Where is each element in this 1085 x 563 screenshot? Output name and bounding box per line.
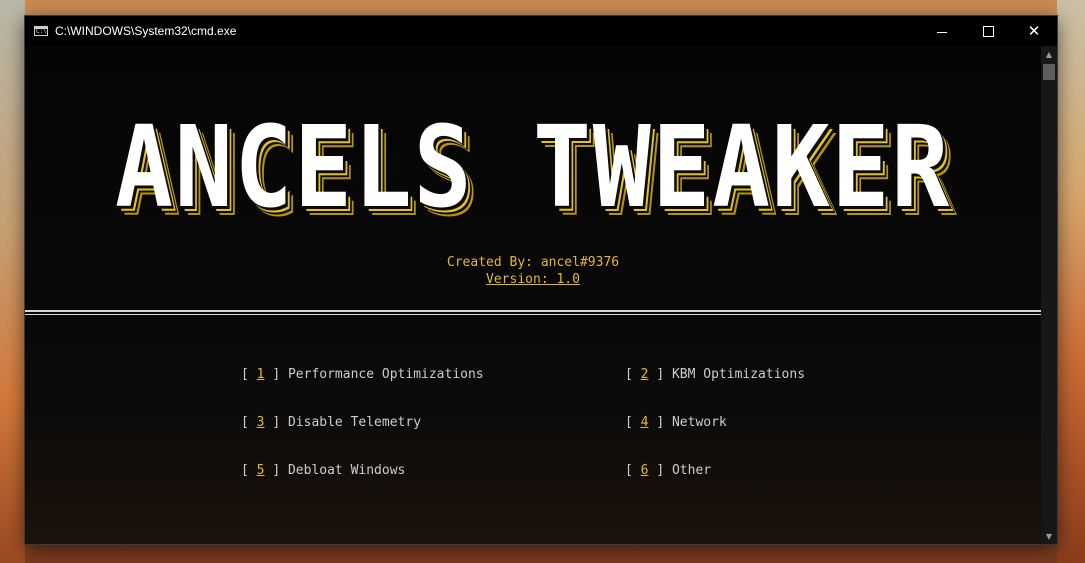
vertical-scrollbar[interactable]: ▲ ▼ (1041, 46, 1057, 544)
maximize-icon (982, 25, 994, 37)
option-label: Debloat Windows (287, 463, 406, 478)
scroll-up-arrow-icon[interactable]: ▲ (1041, 46, 1057, 62)
banner-title: ANCELS TWEAKER (115, 103, 951, 233)
desktop-wallpaper-left (0, 0, 25, 563)
version-text: Version: 1.0 (486, 272, 580, 287)
option-label: Disable Telemetry (287, 415, 422, 430)
menu-option-6[interactable]: [ 6 ] Other (625, 463, 711, 478)
menu-option-3[interactable]: [ 3 ] Disable Telemetry (241, 415, 421, 430)
title-bar[interactable]: C:\ C:\WINDOWS\System32\cmd.exe ✕ (25, 16, 1057, 46)
menu-option-1[interactable]: [ 1 ] Performance Optimizations (241, 367, 484, 382)
option-number: 1 (256, 367, 265, 382)
desktop-wallpaper-right (1057, 0, 1085, 563)
minimize-icon (937, 31, 947, 33)
close-icon: ✕ (1027, 22, 1041, 40)
option-label: KBM Optimizations (671, 367, 806, 382)
menu-option-2[interactable]: [ 2 ] KBM Optimizations (625, 367, 805, 382)
divider-line (25, 310, 1041, 315)
option-number: 3 (256, 415, 265, 430)
option-number: 4 (640, 415, 649, 430)
created-by-text: Created By: ancel#9376 (446, 255, 620, 270)
window-title: C:\WINDOWS\System32\cmd.exe (55, 24, 237, 38)
scroll-thumb[interactable] (1043, 64, 1055, 80)
cmd-app-icon: C:\ (34, 26, 48, 36)
maximize-button[interactable] (965, 16, 1011, 46)
option-label: Other (671, 463, 712, 478)
ascii-banner: ANCELS TWEAKER (77, 103, 989, 233)
console-area[interactable]: ANCELS TWEAKER Created By: ancel#9376 Ve… (25, 46, 1041, 544)
close-button[interactable]: ✕ (1011, 16, 1057, 46)
cmd-window: C:\ C:\WINDOWS\System32\cmd.exe ✕ ANCELS… (25, 16, 1057, 544)
minimize-button[interactable] (919, 16, 965, 46)
menu-option-4[interactable]: [ 4 ] Network (625, 415, 727, 430)
scroll-down-arrow-icon[interactable]: ▼ (1041, 528, 1057, 544)
menu-option-5[interactable]: [ 5 ] Debloat Windows (241, 463, 405, 478)
option-number: 5 (256, 463, 265, 478)
option-number: 6 (640, 463, 649, 478)
option-label: Performance Optimizations (287, 367, 484, 382)
option-number: 2 (640, 367, 649, 382)
option-label: Network (671, 415, 727, 430)
